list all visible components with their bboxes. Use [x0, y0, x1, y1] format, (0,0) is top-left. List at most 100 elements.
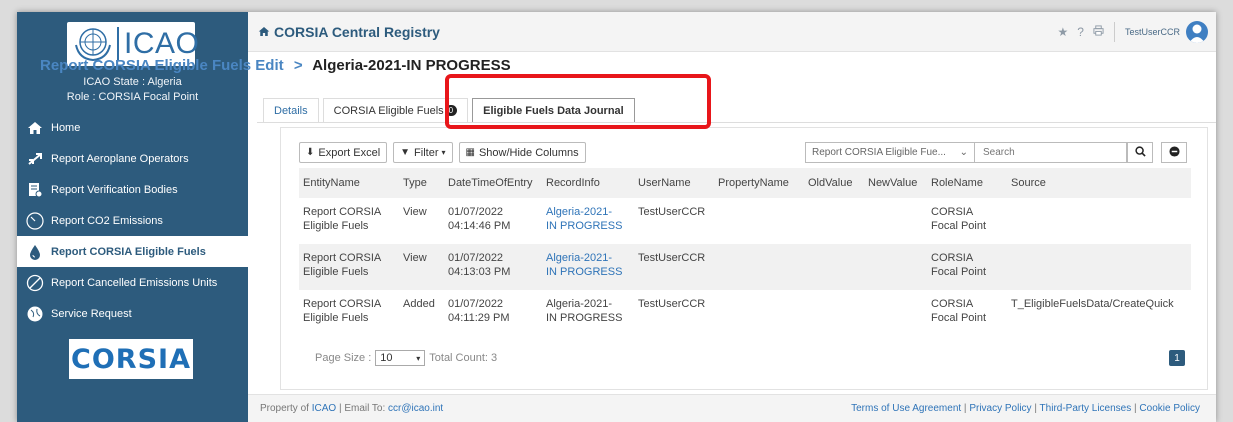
footer: Property of ICAO | Email To: ccr@icao.in… [248, 394, 1216, 422]
cell-record-link[interactable]: Algeria-2021- IN PROGRESS [542, 198, 634, 244]
divider [1113, 22, 1115, 42]
cell-source [1007, 198, 1191, 244]
cell-new-value [864, 244, 927, 290]
sidebar-item-label: Service Request [51, 307, 132, 320]
column-header[interactable]: RoleName [927, 168, 1007, 198]
tab-details[interactable]: Details [263, 98, 319, 122]
cell-line: 04:14:46 PM [448, 220, 511, 232]
cell-user: TestUserCCR [638, 206, 706, 218]
column-header[interactable]: EntityName [299, 168, 399, 198]
column-header[interactable]: UserName [634, 168, 714, 198]
username[interactable]: TestUserCCR [1125, 27, 1180, 37]
print-icon[interactable] [1093, 25, 1104, 39]
home-icon [25, 118, 45, 138]
footer-org-link[interactable]: ICAO [312, 403, 336, 414]
column-header[interactable]: DateTimeOfEntry [444, 168, 542, 198]
top-bar: CORSIA Central Registry ★ ? TestUserCCR [248, 12, 1216, 52]
star-icon[interactable]: ★ [1058, 25, 1069, 39]
cell-record-link[interactable]: Algeria-2021- IN PROGRESS [542, 244, 634, 290]
cell-line: 01/07/2022 [448, 206, 504, 218]
app-title[interactable]: CORSIA Central Registry [258, 24, 440, 40]
avatar[interactable] [1186, 21, 1208, 43]
column-header[interactable]: OldValue [804, 168, 864, 198]
cell-user: TestUserCCR [638, 298, 706, 310]
sidebar-item-home[interactable]: Home [17, 112, 248, 143]
tab-divider [257, 122, 1216, 123]
tab-label: CORSIA Eligible Fuels [333, 104, 444, 117]
sidebar-item-label: Report Aeroplane Operators [51, 152, 189, 165]
tab-label: Details [274, 104, 308, 117]
licenses-link[interactable]: Third-Party Licenses [1040, 403, 1132, 414]
breadcrumb: Report CORSIA Eligible Fuels Edit > Alge… [40, 57, 511, 74]
sidebar-item-label: Report CORSIA Eligible Fuels [51, 245, 206, 258]
page-size-select[interactable]: 10 ▾ [375, 350, 426, 366]
sidebar-item-aeroplane-operators[interactable]: Report Aeroplane Operators [17, 143, 248, 174]
cell-line: CORSIA [931, 252, 974, 264]
cell-old-value [804, 290, 864, 336]
plane-icon [25, 149, 45, 169]
footer-email-label: | Email To: [338, 403, 386, 414]
total-count: Total Count: 3 [429, 352, 498, 364]
state-info: ICAO State : Algeria Role : CORSIA Focal… [17, 75, 248, 105]
cookie-link[interactable]: Cookie Policy [1139, 403, 1200, 414]
sidebar-item-service-request[interactable]: Service Request [17, 298, 248, 329]
table-row[interactable]: Report CORSIA Eligible Fuels Added 01/07/… [299, 290, 1191, 336]
sidebar-item-label: Report CO2 Emissions [51, 214, 163, 227]
page-size-value: 10 [380, 352, 393, 364]
sidebar-item-cancelled-emissions[interactable]: Report Cancelled Emissions Units [17, 267, 248, 298]
pager: Page Size : 10 ▾ Total Count: 3 [315, 350, 497, 366]
page-button[interactable]: 1 [1169, 350, 1185, 366]
cell-entity: Report CORSIA Eligible Fuels [299, 244, 399, 290]
app-title-text: CORSIA Central Registry [274, 23, 440, 40]
search-input[interactable] [975, 142, 1127, 163]
sidebar-item-label: Report Verification Bodies [51, 183, 178, 196]
breadcrumb-separator: > [293, 57, 303, 74]
filter-button[interactable]: ▼ Filter ▾ [393, 142, 453, 163]
cell-line: IN PROGRESS [546, 312, 623, 324]
header-actions: ★ ? TestUserCCR [1049, 12, 1208, 52]
cell-old-value [804, 198, 864, 244]
cancel-circle-icon [25, 273, 45, 293]
cell-type: View [403, 206, 427, 218]
column-header[interactable]: NewValue [864, 168, 927, 198]
cell-line: Focal Point [931, 312, 987, 324]
export-label: Export Excel [318, 146, 381, 159]
export-excel-button[interactable]: ⬇ Export Excel [299, 142, 388, 163]
table-header-row: EntityName Type DateTimeOfEntry RecordIn… [299, 168, 1191, 198]
column-header[interactable]: Source [1007, 168, 1191, 198]
cell-property [714, 290, 804, 336]
cell-line: 04:11:29 PM [448, 312, 510, 324]
column-header[interactable]: RecordInfo [542, 168, 634, 198]
footer-email-link[interactable]: ccr@icao.int [388, 403, 443, 414]
sidebar-item-label: Home [51, 121, 81, 134]
table-row[interactable]: Report CORSIA Eligible Fuels View 01/07/2… [299, 198, 1191, 244]
cell-line: IN PROGRESS [546, 266, 623, 278]
sidebar-item-verification-bodies[interactable]: Report Verification Bodies [17, 174, 248, 205]
search-button[interactable] [1127, 142, 1153, 163]
entity-select[interactable]: Report CORSIA Eligible Fue... ⌄ [805, 142, 975, 163]
column-header[interactable]: PropertyName [714, 168, 804, 198]
column-header[interactable]: Type [399, 168, 444, 198]
columns-icon: ▦ [465, 147, 475, 158]
footer-left: Property of ICAO | Email To: ccr@icao.in… [260, 403, 443, 414]
minus-circle-icon [1168, 145, 1180, 160]
sidebar-item-co2-emissions[interactable]: Report CO2 Emissions [17, 205, 248, 236]
help-icon[interactable]: ? [1077, 25, 1084, 39]
icao-logo-text: ICAO [117, 27, 199, 61]
clear-button[interactable] [1161, 142, 1187, 163]
breadcrumb-parent[interactable]: Report CORSIA Eligible Fuels Edit [40, 57, 284, 74]
privacy-link[interactable]: Privacy Policy [969, 403, 1031, 414]
cell-role: CORSIA Focal Point [927, 244, 1007, 290]
show-hide-columns-button[interactable]: ▦ Show/Hide Columns [458, 142, 586, 163]
cell-property [714, 198, 804, 244]
page-size-label: Page Size : [315, 352, 372, 364]
cell-type: View [399, 244, 444, 290]
sidebar-item-eligible-fuels[interactable]: Report CORSIA Eligible Fuels [17, 236, 248, 267]
search-icon [1134, 145, 1146, 160]
chevron-down-icon: ▾ [441, 148, 446, 157]
download-icon: ⬇ [306, 147, 315, 158]
table-row[interactable]: Report CORSIA Eligible Fuels View 01/07/2… [299, 244, 1191, 290]
filter-icon: ▼ [400, 147, 411, 158]
cell-line: Focal Point [931, 266, 987, 278]
terms-link[interactable]: Terms of Use Agreement [851, 403, 961, 414]
